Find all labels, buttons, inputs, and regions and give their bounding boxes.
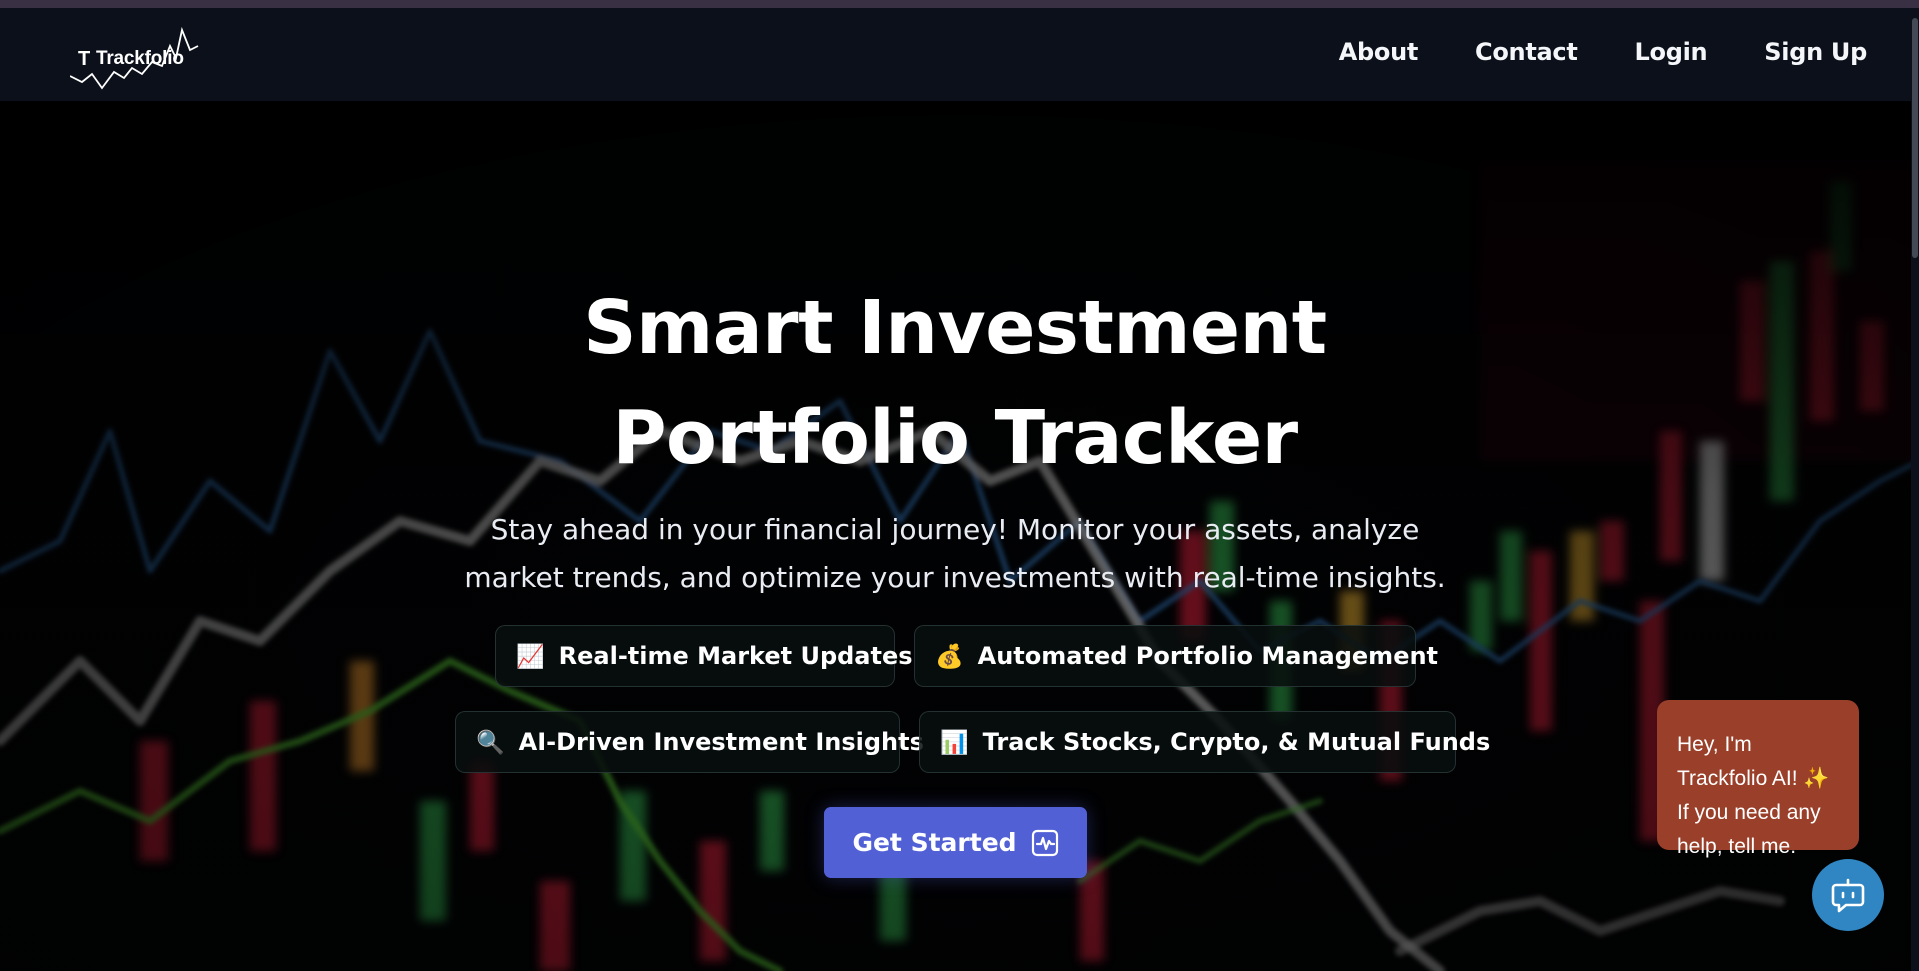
chatbot-greeting-bubble: Hey, I'm Trackfolio AI! ✨ If you need an… bbox=[1657, 700, 1859, 858]
feature-label: Real-time Market Updates bbox=[558, 642, 913, 670]
window-top-strip bbox=[0, 0, 1919, 8]
navbar: T Trackfolio About Contact Login Sign Up bbox=[0, 8, 1919, 101]
nav-contact-link[interactable]: Contact bbox=[1475, 38, 1578, 66]
logo-text: Trackfolio bbox=[96, 48, 184, 69]
logo-mark: T bbox=[78, 48, 91, 70]
chatbot-icon bbox=[1831, 878, 1865, 913]
get-started-button[interactable]: Get Started bbox=[824, 807, 1087, 878]
feature-track-assets: 📊 Track Stocks, Crypto, & Mutual Funds bbox=[919, 711, 1490, 773]
hero-subtitle: Stay ahead in your financial journey! Mo… bbox=[464, 513, 1446, 594]
chart-increasing-icon: 📈 bbox=[516, 643, 545, 670]
nav-signup-link[interactable]: Sign Up bbox=[1764, 38, 1867, 66]
nav-login-link[interactable]: Login bbox=[1635, 38, 1708, 66]
trackfolio-logo[interactable]: T Trackfolio bbox=[70, 22, 230, 92]
bar-chart-icon: 📊 bbox=[940, 729, 969, 756]
money-bag-icon: 💰 bbox=[935, 643, 964, 670]
hero-content: Smart Investment Portfolio Tracker Stay … bbox=[0, 101, 1919, 971]
activity-chart-icon bbox=[1031, 829, 1058, 856]
hero-section: Smart Investment Portfolio Tracker Stay … bbox=[0, 101, 1919, 971]
hero-title: Smart Investment Portfolio Tracker bbox=[583, 285, 1327, 481]
magnifying-glass-icon: 🔍 bbox=[476, 729, 505, 756]
feature-ai-insights: 🔍 AI-Driven Investment Insights bbox=[455, 711, 924, 773]
feature-automated-management: 💰 Automated Portfolio Management bbox=[914, 625, 1438, 687]
feature-label: Automated Portfolio Management bbox=[977, 642, 1439, 670]
page-scrollbar[interactable] bbox=[1911, 8, 1919, 971]
main-nav: About Contact Login Sign Up bbox=[1339, 38, 1868, 66]
scrollbar-thumb[interactable] bbox=[1912, 18, 1918, 258]
feature-realtime-updates: 📈 Real-time Market Updates bbox=[495, 625, 913, 687]
nav-about-link[interactable]: About bbox=[1339, 38, 1419, 66]
feature-label: Track Stocks, Crypto, & Mutual Funds bbox=[982, 728, 1491, 756]
get-started-label: Get Started bbox=[852, 828, 1017, 857]
feature-label: AI-Driven Investment Insights bbox=[518, 728, 924, 756]
chatbot-open-button[interactable] bbox=[1812, 859, 1884, 931]
